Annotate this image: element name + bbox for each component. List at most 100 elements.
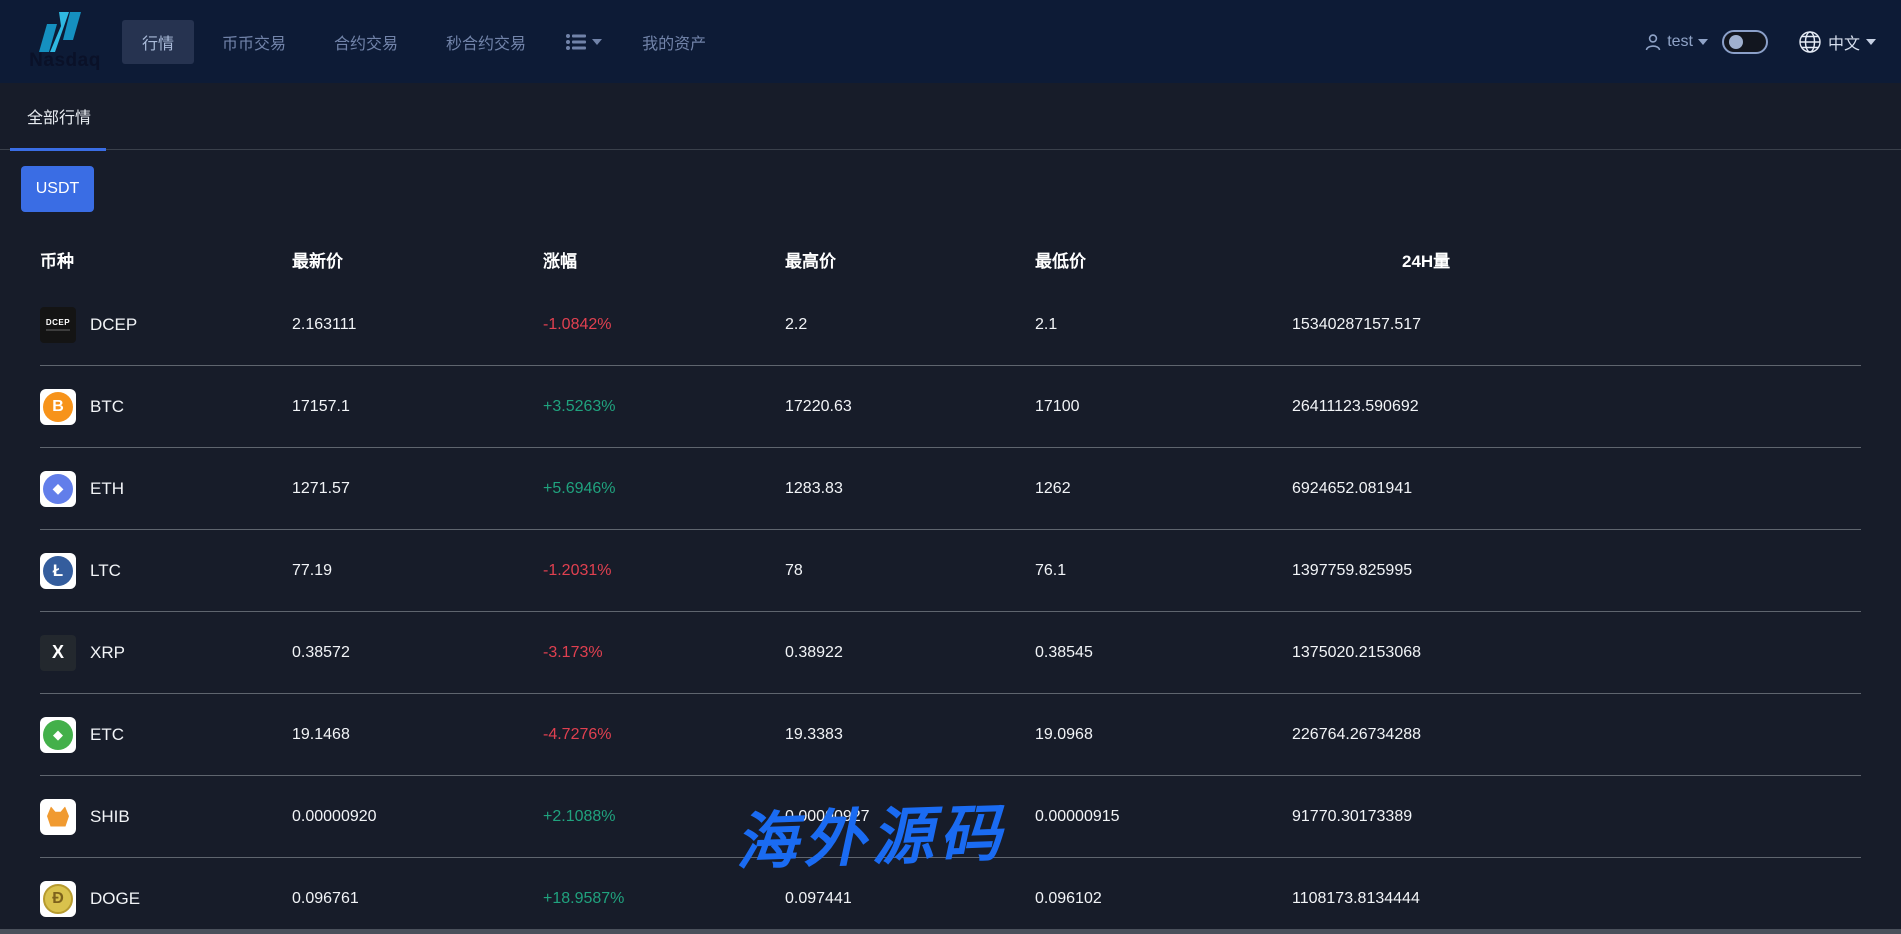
market-table: 币种 最新价 涨幅 最高价 最低价 24H量 DCEP DCEP 2.16311… [0, 234, 1901, 934]
table-row[interactable]: ◆ ETH 1271.57 +5.6946% 1283.83 1262 6924… [40, 448, 1861, 530]
nav-item-market[interactable]: 行情 [122, 20, 194, 64]
change-percent: -3.173% [543, 644, 785, 662]
brand-logo[interactable]: Nasdaq [20, 12, 110, 72]
table-row[interactable]: ◆ ETC 19.1468 -4.7276% 19.3383 19.0968 2… [40, 694, 1861, 776]
volume-24h: 226764.26734288 [1292, 726, 1861, 744]
coin-cell: X XRP [40, 635, 292, 671]
high-price: 0.00000927 [785, 808, 1035, 826]
last-price: 0.096761 [292, 890, 543, 908]
col-header-last-price: 最新价 [292, 247, 543, 272]
col-header-coin: 币种 [40, 247, 292, 272]
change-percent: -4.7276% [543, 726, 785, 744]
coin-symbol: SHIB [90, 807, 130, 827]
high-price: 0.38922 [785, 644, 1035, 662]
coin-symbol: LTC [90, 561, 121, 581]
coin-symbol: BTC [90, 397, 124, 417]
chevron-down-icon [592, 39, 602, 45]
coin-symbol: DOGE [90, 889, 140, 909]
toggle-knob [1729, 35, 1743, 49]
usdt-filter-button[interactable]: USDT [21, 166, 94, 212]
col-header-low: 最低价 [1035, 247, 1292, 272]
language-label: 中文 [1828, 30, 1860, 54]
high-price: 78 [785, 562, 1035, 580]
coin-icon: Ð [40, 881, 76, 917]
coin-cell: B BTC [40, 389, 292, 425]
last-price: 17157.1 [292, 398, 543, 416]
table-row[interactable]: SHIB 0.00000920 +2.1088% 0.00000927 0.00… [40, 776, 1861, 858]
language-selector[interactable]: 中文 [1798, 30, 1876, 54]
market-table-body: DCEP DCEP 2.163111 -1.0842% 2.2 2.1 1534… [40, 284, 1861, 934]
high-price: 17220.63 [785, 398, 1035, 416]
bottom-divider [0, 929, 1901, 934]
coin-cell: ◆ ETC [40, 717, 292, 753]
user-menu[interactable]: test [1644, 33, 1708, 51]
coin-icon: ◆ [40, 717, 76, 753]
coin-cell: Ð DOGE [40, 881, 292, 917]
table-row[interactable]: Ð DOGE 0.096761 +18.9587% 0.097441 0.096… [40, 858, 1861, 934]
last-price: 0.38572 [292, 644, 543, 662]
chevron-down-icon [1866, 39, 1876, 45]
change-percent: +3.5263% [543, 398, 785, 416]
table-row[interactable]: Ł LTC 77.19 -1.2031% 78 76.1 1397759.825… [40, 530, 1861, 612]
coin-glyph: Ł [43, 556, 73, 586]
coin-cell: ◆ ETH [40, 471, 292, 507]
volume-24h: 91770.30173389 [1292, 808, 1861, 826]
high-price: 2.2 [785, 316, 1035, 334]
change-percent: +5.6946% [543, 480, 785, 498]
change-percent: +18.9587% [543, 890, 785, 908]
volume-24h: 1375020.2153068 [1292, 644, 1861, 662]
low-price: 17100 [1035, 398, 1292, 416]
nav-item-my-assets[interactable]: 我的资产 [622, 20, 726, 64]
low-price: 76.1 [1035, 562, 1292, 580]
last-price: 2.163111 [292, 316, 543, 334]
table-header-row: 币种 最新价 涨幅 最高价 最低价 24H量 [40, 234, 1861, 284]
volume-24h: 1108173.8134444 [1292, 890, 1861, 908]
coin-icon [40, 799, 76, 835]
table-row[interactable]: B BTC 17157.1 +3.5263% 17220.63 17100 26… [40, 366, 1861, 448]
market-tabbar: 全部行情 [0, 83, 1901, 150]
list-icon [566, 34, 586, 50]
coin-icon: Ł [40, 553, 76, 589]
tab-all-markets[interactable]: 全部行情 [0, 104, 118, 128]
last-price: 77.19 [292, 562, 543, 580]
high-price: 0.097441 [785, 890, 1035, 908]
coin-glyph: X [43, 638, 73, 668]
theme-toggle[interactable] [1722, 30, 1768, 54]
col-header-volume: 24H量 [1292, 247, 1861, 272]
main-nav: 行情 币币交易 合约交易 秒合约交易 我的资产 [122, 20, 726, 64]
nav-item-second-contract[interactable]: 秒合约交易 [426, 20, 546, 64]
globe-icon [1798, 30, 1822, 54]
nav-item-contract-trade[interactable]: 合约交易 [314, 20, 418, 64]
person-icon [1644, 33, 1662, 51]
col-header-high: 最高价 [785, 247, 1035, 272]
low-price: 0.00000915 [1035, 808, 1292, 826]
coin-icon: DCEP [40, 307, 76, 343]
high-price: 19.3383 [785, 726, 1035, 744]
username: test [1667, 33, 1693, 51]
navbar-right: test 中文 [1644, 30, 1876, 54]
table-row[interactable]: X XRP 0.38572 -3.173% 0.38922 0.38545 13… [40, 612, 1861, 694]
coin-symbol: ETH [90, 479, 124, 499]
nav-item-spot-trade[interactable]: 币币交易 [202, 20, 306, 64]
nav-more-dropdown[interactable] [554, 24, 614, 60]
coin-cell: SHIB [40, 799, 292, 835]
quote-filter-row: USDT [0, 150, 1901, 212]
top-navbar: Nasdaq 行情 币币交易 合约交易 秒合约交易 我的资产 test [0, 0, 1901, 83]
coin-icon: ◆ [40, 471, 76, 507]
high-price: 1283.83 [785, 480, 1035, 498]
coin-glyph: DCEP [46, 318, 70, 331]
volume-24h: 15340287157.517 [1292, 316, 1861, 334]
table-row[interactable]: DCEP DCEP 2.163111 -1.0842% 2.2 2.1 1534… [40, 284, 1861, 366]
last-price: 19.1468 [292, 726, 543, 744]
low-price: 1262 [1035, 480, 1292, 498]
shiba-face-shape [47, 807, 69, 827]
volume-24h: 1397759.825995 [1292, 562, 1861, 580]
low-price: 19.0968 [1035, 726, 1292, 744]
low-price: 0.096102 [1035, 890, 1292, 908]
last-price: 0.00000920 [292, 808, 543, 826]
chevron-down-icon [1698, 39, 1708, 45]
change-percent: -1.2031% [543, 562, 785, 580]
coin-symbol: ETC [90, 725, 124, 745]
change-percent: -1.0842% [543, 316, 785, 334]
coin-glyph [43, 802, 73, 832]
